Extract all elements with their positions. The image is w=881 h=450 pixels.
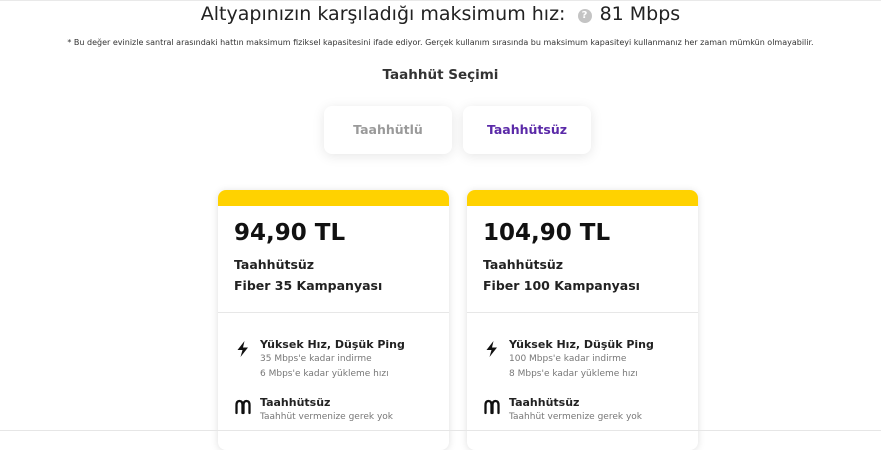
feature-detail: 35 Mbps'e kadar indirme	[260, 354, 372, 364]
max-speed-value: 81 Mbps	[599, 3, 681, 25]
chain-link-icon	[235, 399, 251, 415]
feature-title: Taahhütsüz	[509, 396, 580, 409]
plan-card-accent-bar	[467, 190, 698, 206]
feature-title: Yüksek Hız, Düşük Ping	[260, 338, 405, 351]
plan-name: Fiber 100 Kampanyası	[483, 278, 640, 293]
plan-name: Fiber 35 Kampanyası	[234, 278, 383, 293]
commitment-title: Taahhüt Seçimi	[382, 67, 499, 83]
plan-card[interactable]: 94,90 TL Taahhütsüz Fiber 35 Kampanyası …	[218, 190, 449, 450]
feature-title: Taahhütsüz	[260, 396, 331, 409]
max-speed-heading: Altyapınızın karşıladığı maksimum hız: ?…	[0, 3, 881, 25]
top-divider	[0, 0, 881, 1]
lightning-bolt-icon	[237, 341, 248, 357]
speed-disclaimer: * Bu değer evinizle santral arasındaki h…	[67, 38, 814, 47]
chain-link-icon	[484, 399, 500, 415]
feature-detail: 6 Mbps'e kadar yükleme hızı	[260, 369, 389, 379]
feature-detail: Taahhüt vermenize gerek yok	[260, 412, 393, 422]
bottom-divider	[0, 430, 881, 431]
feature-title: Yüksek Hız, Düşük Ping	[509, 338, 654, 351]
plan-price: 104,90 TL	[483, 220, 611, 246]
feature-detail: Taahhüt vermenize gerek yok	[509, 412, 642, 422]
plan-card[interactable]: 104,90 TL Taahhütsüz Fiber 100 Kampanyas…	[467, 190, 698, 450]
max-speed-label: Altyapınızın karşıladığı maksimum hız:	[200, 3, 566, 25]
question-circle-icon[interactable]: ?	[577, 9, 592, 23]
feature-detail: 100 Mbps'e kadar indirme	[509, 354, 627, 364]
feature-detail: 8 Mbps'e kadar yükleme hızı	[509, 369, 638, 379]
plan-price: 94,90 TL	[234, 220, 346, 246]
plan-type: Taahhütsüz	[483, 257, 564, 272]
plan-card-accent-bar	[218, 190, 449, 206]
tab-taahhutsuz[interactable]: Taahhütsüz	[463, 106, 591, 154]
lightning-bolt-icon	[486, 341, 497, 357]
plan-divider	[467, 312, 698, 313]
tab-taahhutlu[interactable]: Taahhütlü	[324, 106, 452, 154]
plan-divider	[218, 312, 449, 313]
plan-type: Taahhütsüz	[234, 257, 315, 272]
